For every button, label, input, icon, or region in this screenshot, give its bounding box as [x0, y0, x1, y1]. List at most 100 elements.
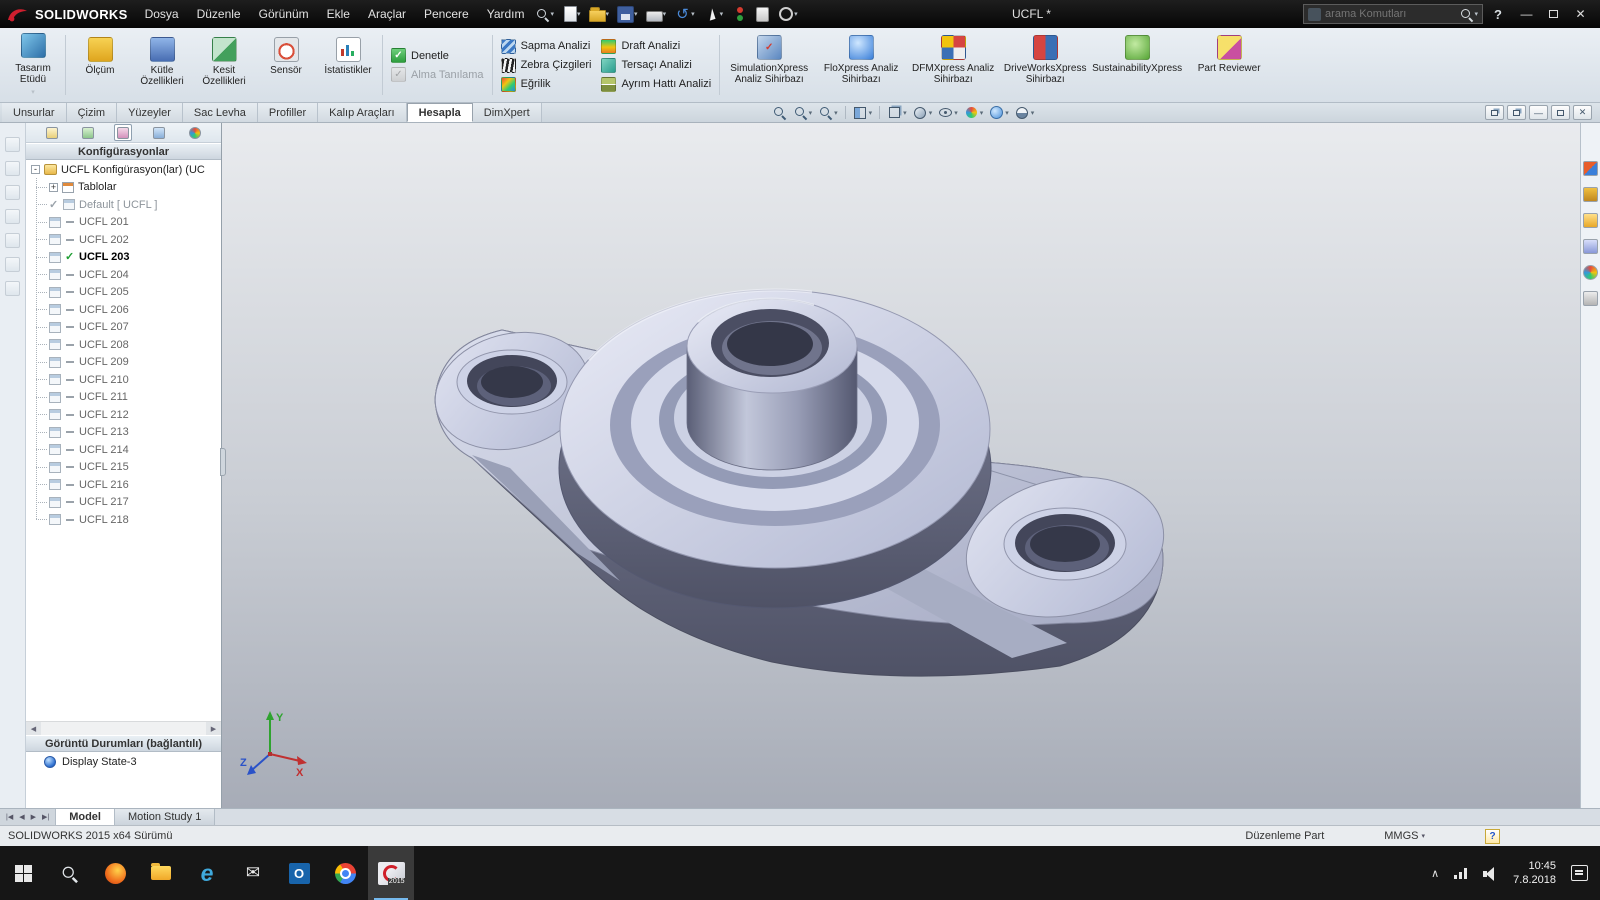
tab-profiller[interactable]: Profiller [257, 103, 319, 122]
display-state-item[interactable]: Display State-3 [26, 752, 221, 772]
tree-item-ucfl-213[interactable]: UCFL 213 [26, 424, 221, 442]
tab-sac-levha[interactable]: Sac Levha [182, 103, 258, 122]
left-toolbar-icon-7[interactable] [5, 281, 20, 296]
doc-close-button[interactable]: ✕ [1573, 105, 1592, 120]
left-toolbar-icon-1[interactable] [5, 137, 20, 152]
minimize-button[interactable]: — [1513, 3, 1540, 25]
ribbon-tersa-analizi-button[interactable]: Tersaçı Analizi [601, 57, 711, 73]
new-window-button[interactable] [1485, 105, 1504, 120]
tab-y-zeyler[interactable]: Yüzeyler [117, 103, 183, 122]
options-button[interactable]: ▾ [775, 4, 800, 25]
edge-taskbar-button[interactable] [184, 846, 230, 900]
ucfl-flange-bearing-model[interactable] [222, 123, 1580, 808]
undo-button[interactable]: ▾ [672, 4, 697, 25]
start-taskbar-button[interactable] [0, 846, 46, 900]
status-help-icon[interactable]: ? [1485, 828, 1500, 844]
display-style-button[interactable]: ▾ [911, 104, 935, 121]
ribbon-driveworksxpress-sihirbaz-button[interactable]: DriveWorksXpress Sihirbazı [999, 30, 1091, 100]
tab-motion-study-1[interactable]: Motion Study 1 [114, 809, 216, 825]
scroll-right-icon[interactable]: ▶ [206, 721, 221, 736]
tree-item-ucfl-201[interactable]: UCFL 201 [26, 214, 221, 232]
zoom-area-button[interactable]: ▾ [791, 104, 815, 121]
next-sheet-icon[interactable]: ▶ [29, 813, 38, 821]
ribbon-k-tle-zellikleri-button[interactable]: Kütle Özellikleri [131, 30, 193, 100]
first-sheet-icon[interactable]: |◀ [4, 813, 15, 821]
search-menu-toggle[interactable]: ▾ [536, 8, 554, 21]
tree-item-ucfl-205[interactable]: UCFL 205 [26, 284, 221, 302]
ribbon-denetle-button[interactable]: Denetle [391, 48, 484, 63]
tile-window-button[interactable] [1507, 105, 1526, 120]
ribbon-zebra-izgileri-button[interactable]: Zebra Çizgileri [500, 57, 591, 73]
tab-kal-p-ara-lar[interactable]: Kalıp Araçları [318, 103, 407, 122]
left-toolbar-icon-4[interactable] [5, 209, 20, 224]
panel-splitter-handle[interactable] [220, 448, 226, 476]
solidworks-taskbar-button[interactable]: 2015 [368, 846, 414, 900]
menu-item-ekle[interactable]: Ekle [318, 4, 359, 24]
search-input[interactable] [1325, 8, 1456, 20]
tree-item-tables[interactable]: + Tablolar [26, 179, 221, 197]
apply-scene-button[interactable]: ▾ [987, 104, 1011, 121]
action-center-icon[interactable] [1571, 865, 1588, 881]
tray-expand-icon[interactable]: ∧ [1431, 867, 1439, 880]
view-settings-button[interactable]: ▾ [1013, 104, 1037, 121]
tree-item-ucfl-210[interactable]: UCFL 210 [26, 371, 221, 389]
ribbon-l-m-button[interactable]: Ölçüm [69, 30, 131, 100]
design-study-button[interactable]: Tasarım Etüdü ▾ [4, 30, 62, 100]
tree-item-ucfl-211[interactable]: UCFL 211 [26, 389, 221, 407]
search-submit[interactable]: ▾ [1460, 8, 1478, 21]
rebuild-button[interactable] [729, 4, 750, 25]
ribbon-draft-analizi-button[interactable]: Draft Analizi [601, 38, 711, 54]
view-orientation-button[interactable]: ▾ [885, 104, 909, 121]
maximize-button[interactable] [1540, 3, 1567, 25]
expand-toggle-icon[interactable]: - [31, 165, 40, 175]
doc-minimize-button[interactable]: — [1529, 105, 1548, 120]
tree-item-ucfl-202[interactable]: UCFL 202 [26, 231, 221, 249]
expand-toggle-icon[interactable]: + [49, 182, 58, 192]
menu-item-g-r-n-m[interactable]: Görünüm [250, 4, 318, 24]
select-button[interactable]: ▾ [701, 4, 726, 25]
tab-unsurlar[interactable]: Unsurlar [2, 103, 67, 122]
ribbon-kesit-zellikleri-button[interactable]: Kesit Özellikleri [193, 30, 255, 100]
print-button[interactable]: ▾ [644, 5, 669, 24]
tab-hesapla[interactable]: Hesapla [406, 103, 473, 122]
design-library-icon[interactable] [1583, 187, 1598, 202]
ribbon-sens-r-button[interactable]: Sensör [255, 30, 317, 100]
left-toolbar-icon-2[interactable] [5, 161, 20, 176]
tree-item-ucfl-216[interactable]: UCFL 216 [26, 476, 221, 494]
tree-item-root[interactable]: - UCFL Konfigürasyon(lar) (UC [26, 161, 221, 179]
tab-model[interactable]: Model [56, 809, 115, 825]
tree-item-ucfl-204[interactable]: UCFL 204 [26, 266, 221, 284]
tab-featuremanager-tree[interactable] [43, 124, 61, 141]
tree-item-ucfl-209[interactable]: UCFL 209 [26, 354, 221, 372]
save-button[interactable]: ▾ [615, 4, 640, 25]
tree-item-ucfl-208[interactable]: UCFL 208 [26, 336, 221, 354]
tree-item-ucfl-203[interactable]: ✓ UCFL 203 [26, 249, 221, 267]
ribbon-e-rilik-button[interactable]: Eğrilik [500, 76, 592, 92]
previous-view-button[interactable]: ▾ [816, 104, 840, 121]
open-button[interactable]: ▾ [587, 4, 612, 24]
mail-taskbar-button[interactable] [230, 846, 276, 900]
tab-display-manager[interactable] [186, 124, 204, 141]
search-taskbar-button[interactable] [46, 846, 92, 900]
left-toolbar-icon-5[interactable] [5, 233, 20, 248]
units-selector[interactable]: MMGS ▾ [1384, 830, 1425, 842]
tree-item-ucfl-217[interactable]: UCFL 217 [26, 494, 221, 512]
chrome-taskbar-button[interactable] [322, 846, 368, 900]
custom-properties-icon[interactable] [1583, 291, 1598, 306]
file-properties-button[interactable] [754, 5, 771, 24]
file-explorer-icon[interactable] [1583, 213, 1598, 228]
last-sheet-icon[interactable]: ▶| [40, 813, 51, 821]
graphics-viewport[interactable]: Y X Z [222, 123, 1580, 808]
section-view-button[interactable]: ▾ [851, 104, 875, 121]
menu-item-d-zenle[interactable]: Düzenle [188, 4, 250, 24]
ribbon-i-statistikler-button[interactable]: İstatistikler [317, 30, 379, 100]
scroll-left-icon[interactable]: ◀ [26, 721, 41, 736]
network-icon[interactable] [1454, 867, 1469, 879]
solidworks-resources-icon[interactable] [1583, 161, 1598, 176]
tab-dimxpert[interactable]: DimXpert [472, 103, 542, 122]
zoom-fit-button[interactable] [770, 104, 789, 121]
menu-item-dosya[interactable]: Dosya [136, 4, 188, 24]
ribbon-sapma-analizi-button[interactable]: Sapma Analizi [500, 38, 592, 54]
menu-item-ara-lar[interactable]: Araçlar [359, 4, 415, 24]
tree-item-default-config[interactable]: ✓ Default [ UCFL ] [26, 196, 221, 214]
